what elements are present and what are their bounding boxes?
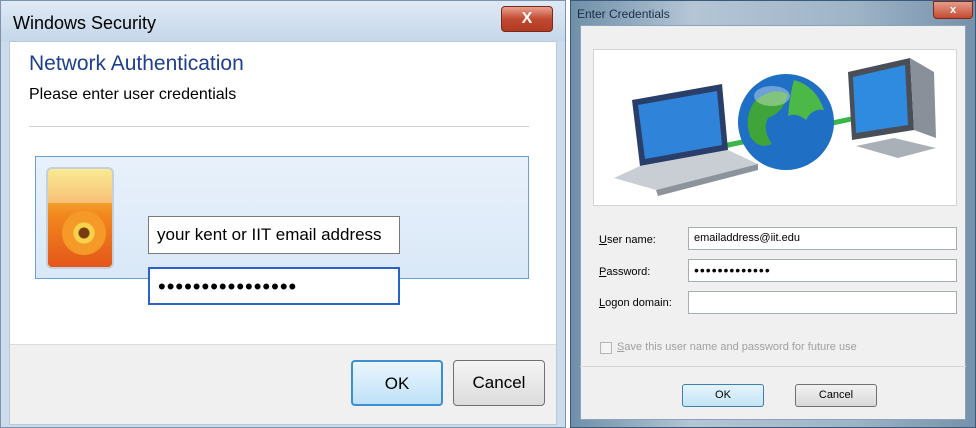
close-icon: x	[949, 4, 957, 16]
password-label-text: assword:	[606, 266, 651, 278]
title-bar[interactable]: Enter Credentials x	[571, 1, 975, 27]
password-field[interactable]: ••••••••••••••••	[148, 267, 400, 305]
title-bar[interactable]: Windows Security X	[1, 1, 565, 41]
cancel-button[interactable]: Cancel	[795, 384, 877, 407]
close-button[interactable]: X	[501, 6, 553, 32]
credential-tile[interactable]: your kent or IIT email address •••••••••…	[35, 156, 529, 305]
user-picture-icon	[46, 167, 114, 269]
ok-button[interactable]: OK	[682, 384, 764, 407]
close-button[interactable]: x	[933, 1, 973, 19]
logon-domain-label: Logon domain:	[599, 297, 672, 309]
ok-button[interactable]: OK	[351, 360, 443, 406]
save-label-text: ave this user name and password for futu…	[624, 341, 857, 353]
enter-credentials-dialog: Enter Credentials x User name: emailaddr…	[570, 0, 976, 428]
dialog-title: Enter Credentials	[577, 7, 670, 21]
windows-security-dialog: Windows Security X Network Authenticatio…	[0, 0, 566, 428]
logon-domain-label-text: ogon domain:	[605, 297, 672, 309]
password-field[interactable]: •••••••••••••	[688, 259, 957, 282]
username-access-key: U	[599, 234, 607, 246]
username-field[interactable]: emailaddress@iit.edu	[688, 227, 957, 250]
username-label-text: ser name:	[606, 234, 656, 246]
globe-icon	[738, 74, 834, 170]
divider	[580, 366, 966, 367]
logon-domain-field[interactable]	[688, 291, 957, 314]
close-icon: X	[521, 10, 533, 27]
cancel-button[interactable]: Cancel	[453, 360, 545, 406]
screenshot-root: Windows Security X Network Authenticatio…	[0, 0, 976, 428]
username-label: User name:	[599, 234, 656, 246]
desktop-monitor-icon	[848, 58, 936, 158]
save-credentials-label[interactable]: Save this user name and password for fut…	[617, 341, 857, 353]
network-banner-image	[593, 49, 957, 206]
divider	[29, 126, 529, 127]
instruction-text: Please enter user credentials	[29, 86, 237, 103]
network-authentication-heading: Network Authentication	[29, 52, 244, 75]
flower-graphic	[62, 211, 106, 255]
network-connection-icon	[614, 58, 936, 196]
laptop-icon	[614, 84, 758, 196]
dialog-title: Windows Security	[13, 13, 157, 33]
password-label: Password:	[599, 266, 650, 278]
username-field[interactable]: your kent or IIT email address	[148, 216, 400, 254]
save-credentials-checkbox[interactable]	[600, 342, 612, 354]
tile-shine	[48, 169, 112, 203]
